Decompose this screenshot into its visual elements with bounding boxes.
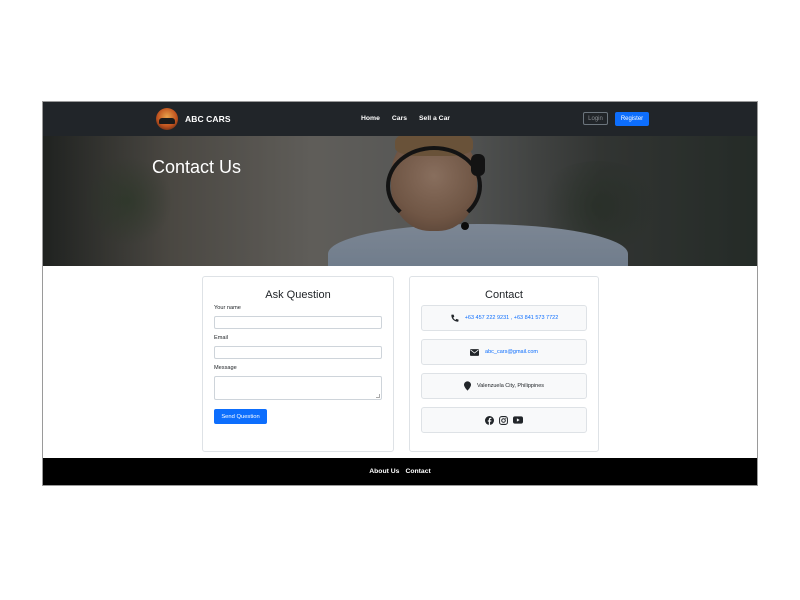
message-label: Message bbox=[214, 365, 237, 371]
brand-name: ABC CARS bbox=[185, 114, 231, 124]
brand[interactable]: ABC CARS bbox=[156, 108, 231, 130]
browser-page: ABC CARS Home Cars Sell a Car Login Regi… bbox=[42, 101, 758, 486]
nav-link-home[interactable]: Home bbox=[361, 115, 380, 122]
social-box bbox=[421, 407, 587, 433]
ask-question-card: Ask Question Your name Email Message Sen… bbox=[202, 276, 394, 452]
contact-title: Contact bbox=[485, 289, 523, 301]
footer-link-about-us[interactable]: About Us bbox=[369, 468, 399, 475]
login-button[interactable]: Login bbox=[583, 112, 608, 125]
message-textarea[interactable] bbox=[214, 376, 382, 400]
phone-numbers[interactable]: +63 457 222 9231 , +63 841 573 7722 bbox=[465, 315, 559, 321]
youtube-icon[interactable] bbox=[513, 416, 523, 424]
envelope-icon bbox=[470, 348, 480, 356]
page-title: Contact Us bbox=[152, 157, 242, 177]
ask-question-title: Ask Question bbox=[265, 289, 331, 301]
register-button[interactable]: Register bbox=[615, 112, 649, 126]
nav-link-sell-a-car[interactable]: Sell a Car bbox=[419, 115, 450, 122]
footer-link-contact[interactable]: Contact bbox=[405, 468, 430, 475]
email-input[interactable] bbox=[214, 346, 382, 359]
name-input[interactable] bbox=[214, 316, 382, 329]
email-label: Email bbox=[214, 335, 228, 341]
nav-link-cars[interactable]: Cars bbox=[392, 115, 407, 122]
facebook-icon[interactable] bbox=[485, 415, 494, 425]
footer: About Us Contact bbox=[43, 458, 757, 485]
address-box: Valenzuela City, Philippines bbox=[421, 373, 587, 399]
email-box: abc_cars@gmail.com bbox=[421, 339, 587, 365]
contact-address: Valenzuela City, Philippines bbox=[476, 383, 545, 389]
phone-box: +63 457 222 9231 , +63 841 573 7722 bbox=[421, 305, 587, 331]
brand-logo bbox=[156, 108, 178, 130]
contact-card: Contact +63 457 222 9231 , +63 841 573 7… bbox=[409, 276, 599, 452]
phone-icon bbox=[451, 314, 459, 322]
navbar: ABC CARS Home Cars Sell a Car Login Regi… bbox=[43, 102, 757, 136]
social-links bbox=[485, 415, 523, 425]
instagram-icon[interactable] bbox=[499, 415, 508, 425]
name-label: Your name bbox=[214, 305, 241, 311]
map-pin-icon bbox=[463, 381, 471, 391]
nav-links: Home Cars Sell a Car bbox=[361, 115, 450, 122]
send-question-button[interactable]: Send Question bbox=[214, 409, 267, 424]
resize-handle-icon[interactable] bbox=[376, 394, 380, 398]
hero-overlay bbox=[43, 136, 757, 266]
hero-banner: Contact Us bbox=[43, 136, 757, 266]
contact-email[interactable]: abc_cars@gmail.com bbox=[485, 349, 538, 355]
